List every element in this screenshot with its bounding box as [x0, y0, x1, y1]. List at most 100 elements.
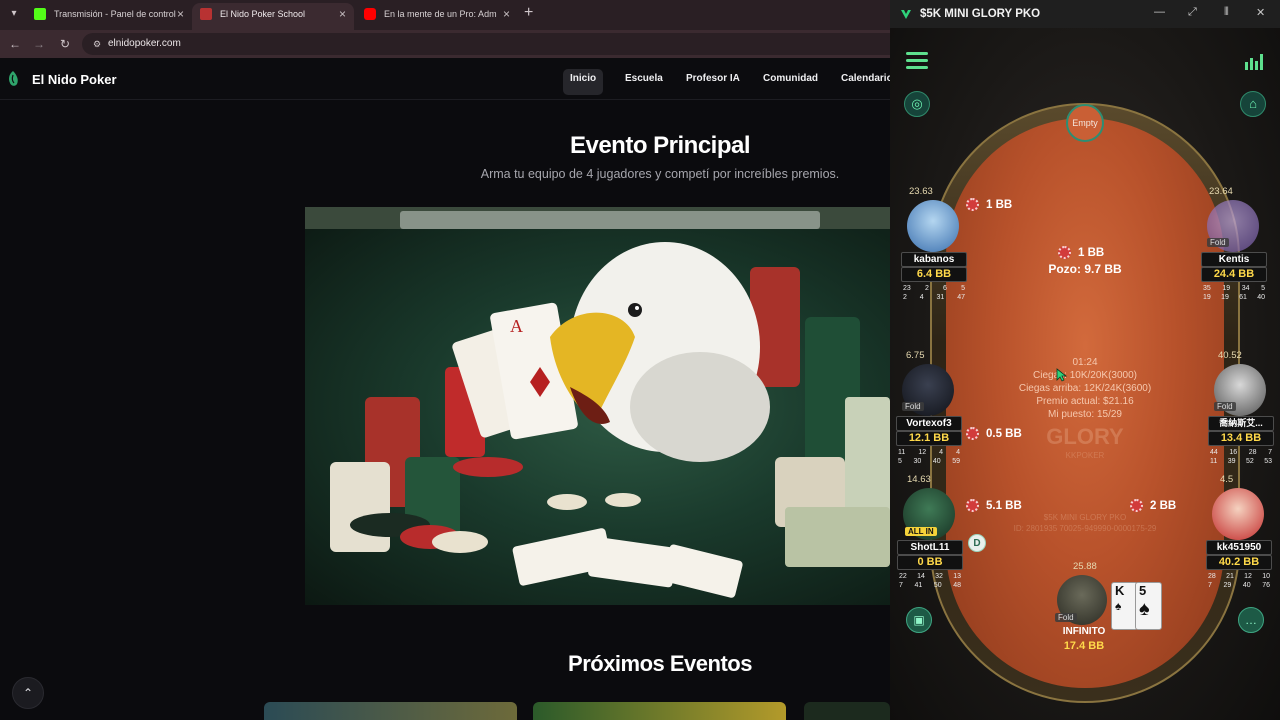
- kkpoker-logo-icon: [901, 10, 911, 19]
- mouse-cursor-icon: [1056, 368, 1068, 382]
- player-seat[interactable]: 6.75 Fold Vortexof3 12.1 BB 11 12 4 4 5 30 40…: [896, 350, 962, 470]
- nav-inicio[interactable]: Inicio: [563, 69, 604, 95]
- blinds-text: Ciegas: 10K/20K(3000): [1033, 370, 1137, 381]
- cards-history-icon[interactable]: ▣: [906, 607, 932, 633]
- expand-icon[interactable]: ⤢: [1188, 6, 1197, 19]
- site-brand[interactable]: El Nido Poker: [32, 72, 117, 87]
- site-header: El Nido Poker Inicio Escuela Profesor IA…: [0, 58, 890, 100]
- kkpoker-watermark: KKPOKER: [1065, 451, 1105, 460]
- camera-icon[interactable]: ◎: [904, 91, 930, 117]
- dealer-button: D: [968, 534, 986, 552]
- poker-window-title: $5K MINI GLORY PKO: [920, 8, 1041, 20]
- reload-icon[interactable]: ↻: [56, 35, 74, 53]
- player-stack: 0 BB: [897, 555, 963, 570]
- hero-seat[interactable]: 25.88 Fold INFINITO 17.4 BB: [1051, 561, 1117, 661]
- page-title: Evento Principal: [569, 132, 751, 159]
- poker-client-window: $5K MINI GLORY PKO — ⤢ ⦀ ✕ ◎ ⌂ Empty 23.…: [890, 0, 1280, 720]
- hole-card: 5 ♠: [1135, 582, 1162, 630]
- forward-icon[interactable]: →: [30, 35, 48, 53]
- player-stats: 44 16 28 7 11 39 52 53: [1210, 449, 1272, 465]
- close-icon[interactable]: ×: [177, 3, 184, 25]
- url-text[interactable]: elnidopoker.com: [108, 38, 181, 49]
- player-seat[interactable]: 23.63 kabanos 6.4 BB 23 2 6 5 2 4 31 47: [901, 186, 967, 306]
- new-tab-button[interactable]: +: [524, 4, 533, 22]
- avatar: [1212, 488, 1264, 540]
- fold-badge: Fold: [1214, 402, 1236, 411]
- scroll-to-top-button[interactable]: ⌃: [12, 677, 44, 709]
- browser-window: ▾ Transmisión - Panel de control × El Ni…: [0, 0, 890, 720]
- shop-bag-icon[interactable]: ⌂: [1240, 91, 1266, 117]
- event-card-thumbnail[interactable]: [264, 702, 517, 720]
- pot-bet: 1 BB: [1058, 245, 1104, 261]
- tab-search-button[interactable]: ▾: [6, 6, 22, 22]
- tab-strip: ▾ Transmisión - Panel de control × El Ni…: [0, 0, 890, 30]
- fold-badge: Fold: [1055, 613, 1077, 622]
- nav-comunidad[interactable]: Comunidad: [756, 69, 825, 95]
- avatar: [907, 200, 959, 252]
- next-blinds-text: Ciegas arriba: 12K/24K(3600): [1018, 383, 1152, 394]
- player-name: kk451950: [1206, 540, 1272, 555]
- player-name: INFINITO: [1062, 626, 1106, 637]
- fold-badge: Fold: [1207, 238, 1229, 247]
- chip-icon: [1130, 499, 1143, 512]
- tab-kick[interactable]: Transmisión - Panel de control ×: [26, 3, 192, 30]
- tournament-info: 01:24 Ciegas: 10K/20K(3000) Ciegas arrib…: [1000, 356, 1170, 421]
- close-icon[interactable]: ×: [503, 3, 510, 25]
- minimize-icon[interactable]: —: [1154, 6, 1165, 18]
- table-watermark: $5K MINI GLORY PKO ID: 2801935 70025-949…: [1013, 513, 1157, 533]
- time-bank: 14.63: [907, 474, 931, 485]
- close-icon[interactable]: ✕: [1256, 6, 1265, 19]
- back-icon[interactable]: ←: [6, 35, 24, 53]
- player-stack: 17.4 BB: [1063, 640, 1105, 652]
- site-info-icon[interactable]: ⚙: [90, 37, 104, 51]
- player-stats: 23 2 6 5 2 4 31 47: [903, 285, 965, 301]
- empty-seat[interactable]: Empty: [1066, 104, 1104, 142]
- player-stats: 35 19 34 5 19 19 61 40: [1203, 285, 1265, 301]
- player-seat[interactable]: 4.5 kk451950 40.2 BB 28 21 12 10 7 29 40 76: [1206, 474, 1272, 594]
- all-in-badge: ALL IN: [905, 527, 937, 536]
- player-seat[interactable]: 23.64 Fold Kentis 24.4 BB 35 19 34 5 19 19 61…: [1201, 186, 1267, 306]
- event-banner-image: A: [305, 207, 890, 605]
- player-stats: 22 14 32 13 7 41 50 48: [899, 573, 961, 589]
- chip-stack-right: [750, 267, 890, 537]
- stats-chart-icon[interactable]: [1244, 52, 1266, 70]
- section-title-upcoming: Próximos Eventos: [568, 651, 752, 676]
- eagle-logo-icon[interactable]: [6, 70, 20, 88]
- tab-title: En la mente de un Pro: Adm: [384, 9, 497, 19]
- fold-badge: Fold: [902, 402, 924, 411]
- page-subtitle: Arma tu equipo de 4 jugadores y competí …: [480, 167, 840, 181]
- eagle-head: [550, 242, 770, 462]
- player-stats: 11 12 4 4 5 30 40 59: [898, 449, 960, 465]
- level-clock: 01:24: [1072, 357, 1098, 368]
- time-bank: 40.52: [1218, 350, 1242, 361]
- nav-calendario[interactable]: Calendario: [834, 69, 890, 95]
- hole-card: K ♠: [1111, 582, 1138, 630]
- address-bar[interactable]: ⚙ elnidopoker.com: [82, 33, 890, 55]
- tab-elnido[interactable]: El Nido Poker School ×: [192, 3, 354, 30]
- player-seat[interactable]: 40.52 Fold 喬納斯艾... 13.4 BB 44 16 28 7 11 39 5…: [1208, 350, 1274, 470]
- layout-icon[interactable]: ⦀: [1224, 6, 1229, 19]
- player-stack: 13.4 BB: [1208, 431, 1274, 446]
- player-seat[interactable]: 14.63 ALL IN ShotL11 0 BB 22 14 32 13 7 41 50…: [897, 474, 963, 594]
- player-stats: 28 21 12 10 7 29 40 76: [1208, 573, 1270, 589]
- close-icon[interactable]: ×: [339, 3, 346, 25]
- player-bet: 1 BB: [966, 197, 1012, 213]
- time-bank: 23.64: [1209, 186, 1233, 197]
- tab-youtube[interactable]: En la mente de un Pro: Adm ×: [356, 3, 518, 30]
- player-bet: 0.5 BB: [966, 426, 1022, 442]
- player-bet: 5.1 BB: [966, 498, 1022, 514]
- time-bank: 25.88: [1073, 561, 1097, 572]
- eagle-poker-illustration: A: [305, 207, 890, 598]
- hamburger-menu-icon[interactable]: [906, 52, 928, 70]
- event-card-thumbnail[interactable]: [533, 702, 786, 720]
- player-stack: 12.1 BB: [896, 431, 962, 446]
- event-card-thumbnail[interactable]: [804, 702, 890, 720]
- kick-icon: [34, 8, 46, 20]
- poker-titlebar: $5K MINI GLORY PKO — ⤢ ⦀ ✕: [890, 0, 1280, 28]
- chat-icon[interactable]: …: [1238, 607, 1264, 633]
- nav-escuela[interactable]: Escuela: [618, 69, 670, 95]
- time-bank: 4.5: [1220, 474, 1234, 485]
- chip-icon: [966, 198, 979, 211]
- nav-profesor-ia[interactable]: Profesor IA: [679, 69, 747, 95]
- youtube-icon: [364, 8, 376, 20]
